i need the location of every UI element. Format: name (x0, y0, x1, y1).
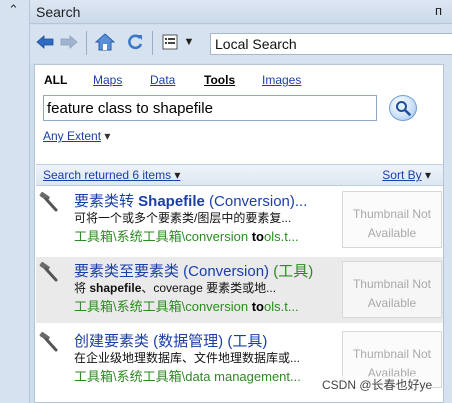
result-path: 工具箱\系统工具箱\conversion tools.t... (74, 229, 299, 244)
toolbar-separator (86, 31, 87, 55)
result-thumbnail: Thumbnail Not Available (342, 261, 442, 318)
result-description: 可将一个或多个要素类/图层中的要素复... (74, 211, 292, 225)
back-arrow-icon[interactable] (34, 31, 56, 53)
search-location-select[interactable]: Local Search (210, 33, 452, 55)
view-list-icon[interactable] (160, 31, 180, 53)
window-title: Search (36, 4, 81, 20)
left-dock-strip: ⌃ (0, 0, 30, 403)
extent-label: Any Extent (43, 129, 102, 143)
watermark: CSDN @长春也好ye (322, 376, 433, 393)
search-location-value: Local Search (215, 36, 297, 52)
results-count-dropdown[interactable]: Search returned 6 items ▾ (43, 168, 180, 182)
window-titlebar: Search ᴨ (30, 0, 452, 24)
result-description: 在企业级地理数据库、文件地理数据库或... (74, 351, 301, 365)
tab-images[interactable]: Images (262, 73, 301, 87)
search-panel: ALL Maps Data Tools Images Any Extent ▾ … (34, 64, 444, 403)
result-title[interactable]: 要素类至要素类 (Conversion) (工具) (74, 260, 342, 281)
result-path: 工具箱\系统工具箱\data management... (74, 369, 301, 384)
result-item[interactable]: 要素类至要素类 (Conversion) (工具) 将 shapefile、co… (36, 257, 443, 323)
hammer-tool-icon (38, 261, 60, 283)
hammer-tool-icon (38, 331, 60, 353)
view-dropdown-caret-icon[interactable]: ▼ (182, 31, 196, 53)
tab-maps[interactable]: Maps (93, 73, 122, 87)
pin-icon[interactable]: ᴨ (435, 3, 442, 18)
toolbar-separator (152, 31, 153, 55)
chevron-down-icon: ▾ (104, 129, 111, 143)
extent-dropdown[interactable]: Any Extent ▾ (43, 129, 110, 143)
tab-data[interactable]: Data (150, 73, 175, 87)
toolbar: ▼ Local Search (30, 25, 452, 63)
result-title[interactable]: 创建要素类 (数据管理) (工具) (74, 330, 342, 351)
result-title[interactable]: 要素类转 Shapefile (Conversion)... (74, 190, 342, 211)
search-magnifier-icon (396, 101, 411, 116)
result-thumbnail: Thumbnail Not Available (342, 191, 442, 248)
home-icon[interactable] (94, 31, 116, 53)
hammer-tool-icon (38, 191, 60, 213)
collapse-arrow-icon[interactable]: ⌃ (8, 2, 19, 18)
result-description: 将 shapefile、coverage 要素类或地... (74, 281, 277, 295)
result-item[interactable]: 要素类转 Shapefile (Conversion)... 可将一个或多个要素… (36, 187, 443, 253)
search-input[interactable] (43, 95, 377, 121)
tab-tools[interactable]: Tools (204, 73, 235, 87)
sort-by-dropdown[interactable]: Sort By ▾ (382, 168, 431, 182)
forward-arrow-icon[interactable] (58, 31, 80, 53)
result-path: 工具箱\系统工具箱\conversion tools.t... (74, 299, 299, 314)
results-header: Search returned 6 items ▾ Sort By ▾ (36, 164, 443, 186)
tab-all[interactable]: ALL (44, 73, 67, 87)
refresh-icon[interactable] (124, 31, 146, 53)
search-button[interactable] (389, 95, 417, 121)
